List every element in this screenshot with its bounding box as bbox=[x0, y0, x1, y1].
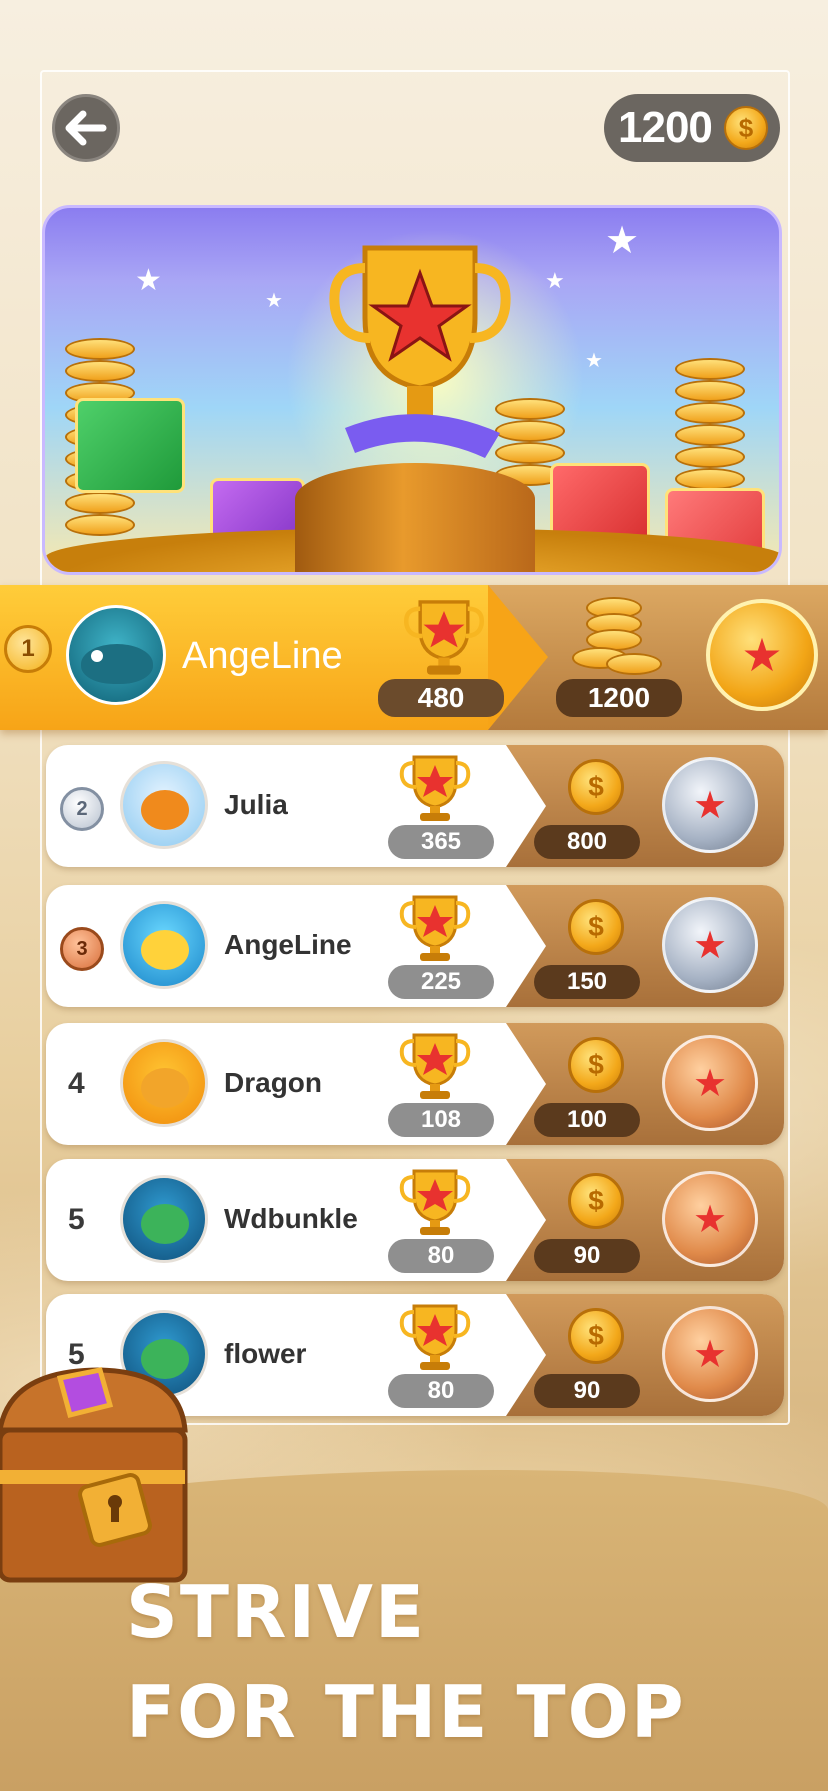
gold-trophy-badge-icon: ★ bbox=[706, 599, 818, 711]
gift-box-icon bbox=[75, 398, 185, 493]
back-button[interactable] bbox=[52, 94, 120, 162]
rank-number: 3 bbox=[76, 937, 88, 960]
trophy-score-icon bbox=[399, 1169, 471, 1235]
coin-balance: 1200 $ bbox=[604, 94, 780, 162]
reward-value: 800 bbox=[534, 825, 640, 859]
tagline-line-1: STRIVE bbox=[126, 1570, 427, 1654]
trophy-score-icon bbox=[399, 895, 471, 961]
avatar-chicken bbox=[120, 761, 208, 849]
avatar-duck bbox=[120, 901, 208, 989]
leaderboard-row[interactable]: 2 Julia 365 $800 ★ bbox=[46, 745, 784, 867]
coin-reward-icon: $ bbox=[556, 1304, 636, 1368]
coin-balance-value: 1200 bbox=[618, 103, 713, 152]
bronze-trophy-badge-icon: ★ bbox=[662, 1035, 758, 1131]
sparkle-icon: ★ bbox=[605, 220, 640, 262]
rank-number: 1 bbox=[21, 635, 35, 662]
score-value: 80 bbox=[388, 1374, 494, 1408]
dollar-coin-icon: $ bbox=[724, 106, 768, 150]
avatar-cat bbox=[120, 1039, 208, 1127]
avatar-turtle bbox=[120, 1175, 208, 1263]
trophy-score-icon bbox=[399, 1304, 471, 1370]
rank-number: 4 bbox=[68, 1067, 85, 1100]
sparkle-icon: ★ bbox=[265, 290, 283, 312]
coin-reward-icon: $ bbox=[556, 755, 636, 819]
reward-value: 90 bbox=[534, 1239, 640, 1273]
leaderboard-row-top[interactable]: 1 AngeLine 480 1200 ★ bbox=[0, 585, 828, 730]
leaderboard-row[interactable]: 3 AngeLine 225 $150 ★ bbox=[46, 885, 784, 1007]
star-icon: ★ bbox=[692, 1333, 728, 1376]
reward-value: 150 bbox=[534, 965, 640, 999]
star-icon: ★ bbox=[692, 1198, 728, 1241]
leaderboard-row[interactable]: 5 Wdbunkle 80 $90 ★ bbox=[46, 1159, 784, 1281]
player-name: AngeLine bbox=[224, 929, 352, 960]
trophy-pedestal bbox=[295, 463, 535, 572]
rank-number: 5 bbox=[68, 1203, 85, 1236]
star-icon: ★ bbox=[692, 1062, 728, 1105]
arrow-left-icon bbox=[65, 110, 107, 146]
bronze-medal-icon: 3 bbox=[60, 927, 104, 971]
coin-reward-icon: $ bbox=[556, 1169, 636, 1233]
coin-reward-icon: $ bbox=[556, 895, 636, 959]
player-name: Wdbunkle bbox=[224, 1203, 358, 1234]
bronze-trophy-badge-icon: ★ bbox=[662, 1171, 758, 1267]
score-value: 225 bbox=[388, 965, 494, 999]
silver-trophy-badge-icon: ★ bbox=[662, 897, 758, 993]
score-value: 108 bbox=[388, 1103, 494, 1137]
leaderboard-banner: ★ ★ ★ ★ ★ bbox=[42, 205, 782, 575]
gold-medal-icon: 1 bbox=[4, 625, 52, 673]
silver-trophy-badge-icon: ★ bbox=[662, 757, 758, 853]
coin-stack-icon bbox=[572, 597, 662, 677]
score-value: 80 bbox=[388, 1239, 494, 1273]
bronze-trophy-badge-icon: ★ bbox=[662, 1306, 758, 1402]
reward-value: 1200 bbox=[556, 679, 682, 717]
sparkle-icon: ★ bbox=[545, 268, 565, 293]
player-name: Dragon bbox=[224, 1067, 322, 1098]
score-value: 365 bbox=[388, 825, 494, 859]
sparkle-icon: ★ bbox=[585, 350, 603, 372]
reward-value: 90 bbox=[534, 1374, 640, 1408]
sparkle-icon: ★ bbox=[135, 264, 162, 297]
avatar-whale bbox=[66, 605, 166, 705]
leaderboard-row[interactable]: 4 Dragon 108 $100 ★ bbox=[46, 1023, 784, 1145]
trophy-icon bbox=[329, 245, 511, 458]
tagline-line-2: FOR THE TOP bbox=[126, 1670, 686, 1754]
rank-number: 2 bbox=[76, 797, 88, 820]
silver-medal-icon: 2 bbox=[60, 787, 104, 831]
player-name: Julia bbox=[224, 789, 288, 820]
trophy-score-icon bbox=[399, 1033, 471, 1099]
star-icon: ★ bbox=[692, 924, 728, 967]
coin-reward-icon: $ bbox=[556, 1033, 636, 1097]
reward-value: 100 bbox=[534, 1103, 640, 1137]
score-value: 480 bbox=[378, 679, 504, 717]
trophy-score-icon bbox=[399, 755, 471, 821]
player-name: flower bbox=[224, 1338, 307, 1369]
trophy-score-icon bbox=[403, 600, 485, 675]
star-icon: ★ bbox=[692, 784, 728, 827]
player-name: AngeLine bbox=[182, 635, 343, 677]
